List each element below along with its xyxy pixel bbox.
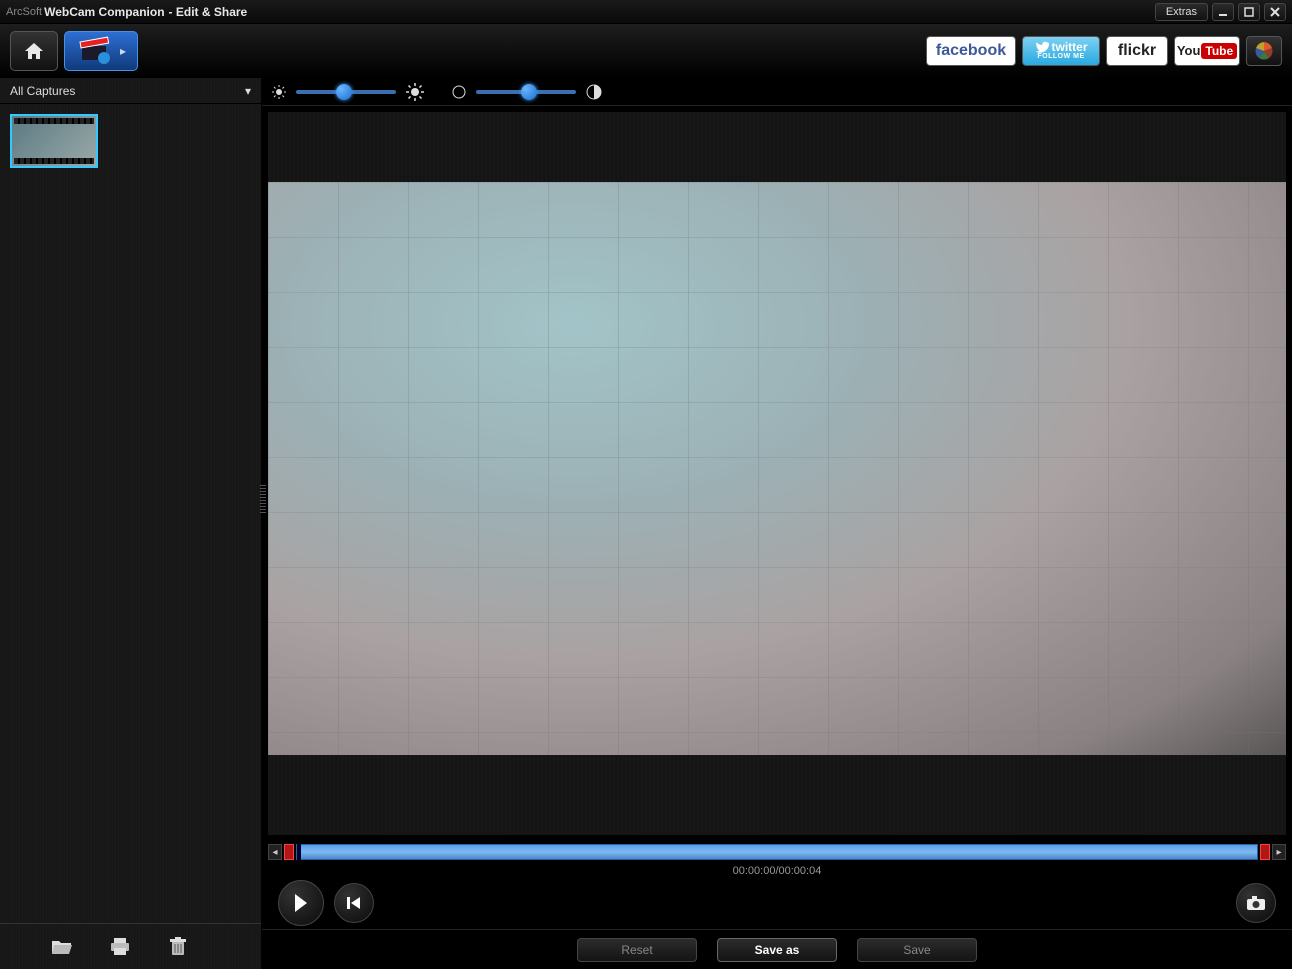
- twitter-sublabel: FOLLOW ME: [1037, 53, 1084, 60]
- thumbnail-list: [0, 104, 261, 923]
- extras-button[interactable]: Extras: [1155, 3, 1208, 21]
- brand-label: ArcSoft: [6, 6, 42, 18]
- brightness-low-icon: [272, 85, 286, 99]
- app-subtitle: - Edit & Share: [169, 5, 248, 19]
- youtube-button[interactable]: You Tube: [1174, 36, 1240, 66]
- titlebar: ArcSoft WebCam Companion - Edit & Share …: [0, 0, 1292, 24]
- brightness-slider[interactable]: [296, 90, 396, 94]
- go-to-start-button[interactable]: [334, 883, 374, 923]
- print-button[interactable]: [108, 935, 132, 959]
- delete-button[interactable]: [166, 935, 190, 959]
- sidebar: All Captures ▾: [0, 78, 262, 969]
- play-button[interactable]: [278, 880, 324, 926]
- flickr-button[interactable]: flickr: [1106, 36, 1168, 66]
- save-as-button[interactable]: Save as: [717, 938, 837, 962]
- trash-icon: [169, 937, 187, 957]
- minimize-button[interactable]: [1212, 3, 1234, 21]
- toolbar: ▸ facebook twitter FOLLOW ME flickr You …: [0, 24, 1292, 78]
- close-button[interactable]: [1264, 3, 1286, 21]
- brightness-high-icon: [406, 83, 424, 101]
- contrast-high-icon: [586, 84, 602, 100]
- transport-controls: [262, 877, 1292, 925]
- folder-open-icon: [51, 938, 73, 956]
- trim-start-handle[interactable]: [284, 844, 294, 860]
- play-icon: [293, 894, 309, 912]
- chevron-right-icon: ▸: [120, 44, 126, 58]
- picasa-button[interactable]: [1246, 36, 1282, 66]
- edit-share-mode-button[interactable]: ▸: [64, 31, 138, 71]
- printer-icon: [109, 937, 131, 957]
- save-label: Save: [903, 943, 930, 957]
- content: ◂ ▸ 00:00:00/00:00:04: [262, 78, 1292, 969]
- sidebar-resize-handle[interactable]: [260, 485, 266, 515]
- sidebar-actions: [0, 923, 261, 969]
- timeline: ◂ ▸: [268, 843, 1286, 861]
- snapshot-button[interactable]: [1236, 883, 1276, 923]
- thumbnail-item[interactable]: [10, 114, 98, 168]
- trim-step-right-button[interactable]: ▸: [1272, 844, 1286, 860]
- picasa-icon: [1254, 41, 1274, 61]
- twitter-bird-icon: [1035, 41, 1049, 53]
- home-icon: [22, 40, 46, 62]
- chevron-down-icon: ▾: [245, 84, 251, 98]
- open-folder-button[interactable]: [50, 935, 74, 959]
- flickr-label: flickr: [1118, 42, 1156, 60]
- contrast-low-icon: [452, 85, 466, 99]
- captures-filter-dropdown[interactable]: All Captures ▾: [0, 78, 261, 104]
- filter-label: All Captures: [10, 84, 75, 98]
- youtube-logo: You Tube: [1177, 43, 1237, 59]
- trim-step-left-button[interactable]: ◂: [268, 844, 282, 860]
- playhead[interactable]: [297, 844, 301, 860]
- clapper-icon: [76, 36, 116, 66]
- maximize-icon: [1244, 7, 1254, 17]
- bottom-actions: Reset Save as Save: [262, 929, 1292, 969]
- twitter-label: twitter: [1052, 41, 1088, 53]
- timecode-label: 00:00:00/00:00:04: [262, 865, 1292, 877]
- facebook-button[interactable]: facebook: [926, 36, 1016, 66]
- trim-end-handle[interactable]: [1260, 844, 1270, 860]
- share-group: facebook twitter FOLLOW ME flickr You Tu…: [926, 36, 1282, 66]
- timeline-track[interactable]: [296, 844, 1258, 860]
- camera-icon: [1246, 895, 1266, 911]
- facebook-label: facebook: [936, 42, 1006, 60]
- save-button[interactable]: Save: [857, 938, 977, 962]
- extras-label: Extras: [1166, 6, 1197, 18]
- adjustment-bar: [262, 78, 1292, 106]
- reset-button[interactable]: Reset: [577, 938, 697, 962]
- app-title: WebCam Companion: [44, 5, 164, 19]
- home-button[interactable]: [10, 31, 58, 71]
- close-icon: [1270, 7, 1280, 17]
- contrast-slider[interactable]: [476, 90, 576, 94]
- maximize-button[interactable]: [1238, 3, 1260, 21]
- preview-area: [268, 112, 1286, 835]
- skip-start-icon: [346, 896, 362, 910]
- reset-label: Reset: [621, 943, 652, 957]
- twitter-button[interactable]: twitter FOLLOW ME: [1022, 36, 1100, 66]
- minimize-icon: [1218, 7, 1228, 17]
- video-preview[interactable]: [268, 182, 1286, 755]
- main: All Captures ▾: [0, 78, 1292, 969]
- save-as-label: Save as: [755, 943, 800, 957]
